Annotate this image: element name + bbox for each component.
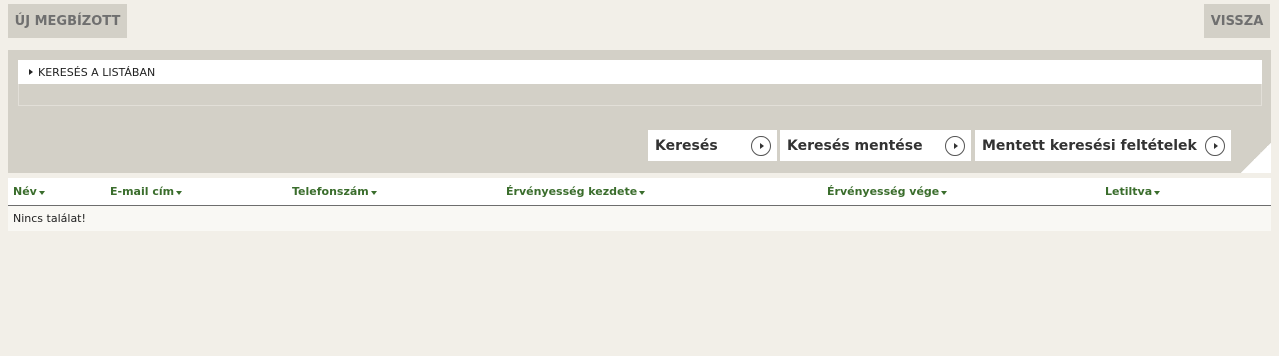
search-body — [18, 84, 1262, 106]
column-header-name[interactable]: Név — [13, 185, 45, 198]
search-toggle[interactable]: KERESÉS A LISTÁBAN — [18, 60, 1262, 84]
column-header-email[interactable]: E-mail cím — [110, 185, 183, 198]
search-toggle-label: KERESÉS A LISTÁBAN — [38, 65, 156, 79]
sort-caret-icon — [176, 190, 183, 195]
column-header-disabled[interactable]: Letiltva — [1105, 185, 1161, 198]
page-curl-decoration — [1241, 142, 1271, 173]
sort-caret-icon — [941, 190, 948, 195]
search-button-label: Keresés — [655, 137, 718, 154]
search-panel: KERESÉS A LISTÁBAN Keresés Keresés menté… — [8, 50, 1271, 173]
saved-criteria-button[interactable]: Mentett keresési feltételek — [975, 130, 1231, 161]
results-table: Név E-mail cím Telefonszám Érvényesség k… — [8, 178, 1271, 231]
play-circle-icon — [1205, 135, 1225, 156]
column-header-valid-from[interactable]: Érvényesség kezdete — [506, 185, 646, 198]
table-header: Név E-mail cím Telefonszám Érvényesség k… — [8, 178, 1271, 206]
caret-right-icon — [29, 69, 33, 75]
play-circle-icon — [751, 135, 771, 156]
column-header-valid-to[interactable]: Érvényesség vége — [827, 185, 948, 198]
sort-caret-icon — [639, 190, 646, 195]
new-agent-button[interactable]: ÚJ MEGBÍZOTT — [8, 4, 127, 38]
back-button[interactable]: VISSZA — [1204, 4, 1270, 38]
empty-row: Nincs találat! — [8, 206, 1271, 231]
saved-criteria-button-label: Mentett keresési feltételek — [982, 137, 1197, 154]
save-search-button-label: Keresés mentése — [787, 137, 923, 154]
sort-caret-icon — [38, 190, 45, 195]
save-search-button[interactable]: Keresés mentése — [780, 130, 971, 161]
sort-caret-icon — [1154, 190, 1161, 195]
column-header-phone[interactable]: Telefonszám — [292, 185, 377, 198]
empty-message: Nincs találat! — [13, 212, 86, 225]
sort-caret-icon — [370, 190, 377, 195]
search-button[interactable]: Keresés — [648, 130, 777, 161]
play-circle-icon — [945, 135, 965, 156]
